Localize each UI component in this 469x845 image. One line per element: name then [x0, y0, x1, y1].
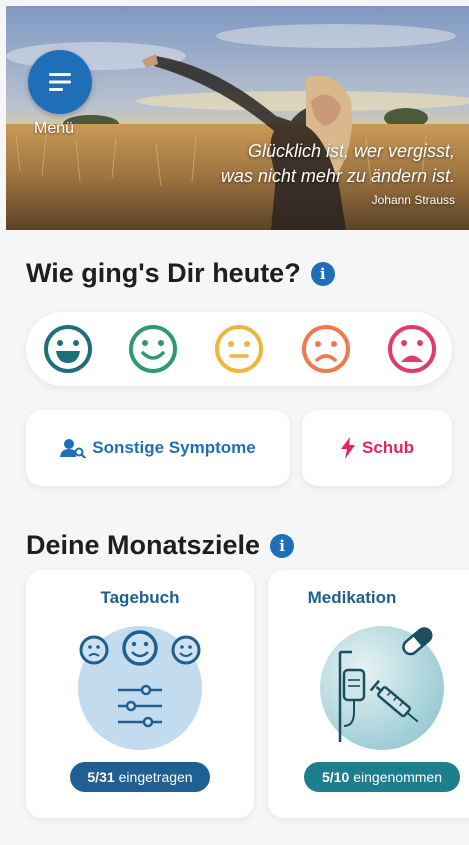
mood-selector — [26, 312, 452, 386]
sad-face-icon — [79, 635, 109, 665]
diary-count: 5/31 — [87, 769, 115, 785]
quote-author: Johann Strauss — [371, 193, 455, 207]
diary-status: eingetragen — [118, 769, 193, 785]
quote-line-2: was nicht mehr zu ändern ist. — [220, 166, 455, 186]
user-search-icon — [60, 439, 87, 458]
diary-illustration — [78, 626, 202, 750]
medication-illustration — [320, 626, 444, 750]
medication-progress-pill: 5/10 eingenommen — [304, 762, 460, 792]
goal-card-diary[interactable]: Tagebuch 5/31 eingetragen — [26, 570, 254, 818]
hamburger-icon — [49, 73, 71, 91]
goals-heading: Deine Monatsziele i — [26, 530, 295, 561]
goals-title: Deine Monatsziele — [26, 530, 261, 560]
sad-icon[interactable] — [300, 323, 352, 375]
happy-icon[interactable] — [127, 323, 179, 375]
flare-label: Schub — [362, 438, 414, 457]
goal-card-medication[interactable]: Medikation 5/10 eingenommen — [268, 570, 469, 818]
quote: Glücklich ist, wer vergisst, was nicht m… — [221, 139, 455, 209]
app-screen: Menü Glücklich ist, wer vergisst, was ni… — [0, 0, 469, 845]
info-icon[interactable]: i — [270, 533, 295, 558]
other-symptoms-button[interactable]: Sonstige Symptome — [26, 410, 290, 486]
smile-face-icon — [122, 630, 158, 666]
flare-button[interactable]: Schub — [302, 410, 452, 486]
goal-card-title: Tagebuch — [100, 588, 180, 607]
menu-label[interactable]: Menü — [34, 120, 74, 138]
diary-progress-pill: 5/31 eingetragen — [70, 762, 210, 792]
hero-banner: Menü Glücklich ist, wer vergisst, was ni… — [6, 6, 469, 230]
info-icon[interactable]: i — [310, 261, 335, 286]
other-symptoms-label: Sonstige Symptome — [92, 438, 256, 457]
medication-status: eingenommen — [353, 769, 442, 785]
neutral-icon[interactable] — [213, 323, 265, 375]
menu-button[interactable] — [28, 50, 92, 114]
very-happy-icon[interactable] — [42, 323, 94, 375]
medication-count: 5/10 — [322, 769, 350, 785]
goal-card-title: Medikation — [307, 588, 397, 607]
mood-title: Wie ging's Dir heute? — [26, 258, 301, 288]
lightning-icon — [341, 437, 356, 459]
mood-heading: Wie ging's Dir heute? i — [26, 258, 335, 289]
very-sad-icon[interactable] — [386, 323, 438, 375]
happy-face-icon — [171, 635, 201, 665]
quote-line-1: Glücklich ist, wer vergisst, — [247, 141, 455, 161]
